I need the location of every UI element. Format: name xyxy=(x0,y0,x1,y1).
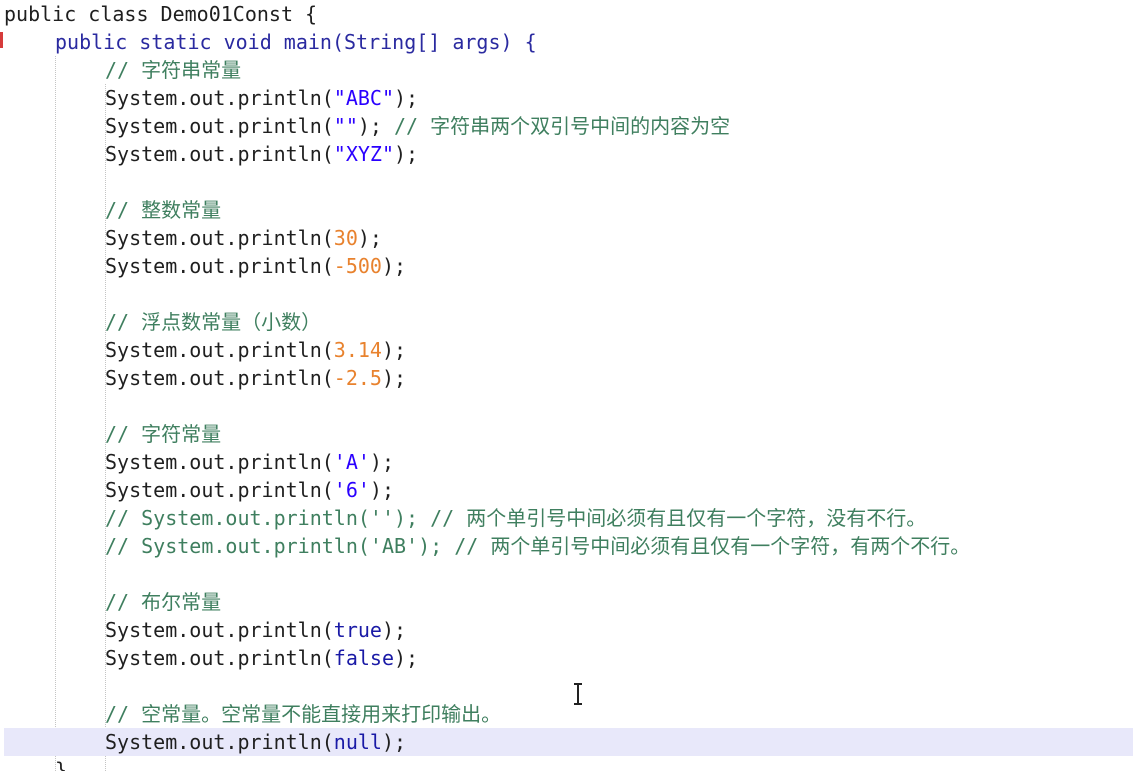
code-token: ); xyxy=(369,450,394,474)
code-line[interactable]: // System.out.println(''); // 两个单引号中间必须有… xyxy=(0,504,1133,532)
code-token: -2.5 xyxy=(333,366,382,390)
code-token: System.out.println( xyxy=(105,338,334,362)
code-token: ); xyxy=(357,114,394,138)
code-line[interactable]: // 字符常量 xyxy=(0,420,1133,448)
code-line[interactable]: System.out.println("XYZ"); xyxy=(0,140,1133,168)
code-token: public class Demo01Const { xyxy=(4,2,318,26)
code-line[interactable]: // 整数常量 xyxy=(0,196,1133,224)
code-editor[interactable]: public class Demo01Const { public static … xyxy=(0,0,1133,771)
code-token: ); xyxy=(369,478,394,502)
code-token: false xyxy=(333,646,394,670)
code-token: "XYZ" xyxy=(333,142,394,166)
code-token: // System.out.println(''); // 两个单引号中间必须有… xyxy=(105,506,927,530)
code-line[interactable]: public static void main(String[] args) { xyxy=(0,28,1133,56)
code-line[interactable]: System.out.println('A'); xyxy=(0,448,1133,476)
code-line[interactable]: System.out.println(""); // 字符串两个双引号中间的内容… xyxy=(0,112,1133,140)
code-line[interactable]: System.out.println(3.14); xyxy=(0,336,1133,364)
code-token: System.out.println( xyxy=(105,646,334,670)
code-token: // 字符常量 xyxy=(105,422,222,446)
code-token: "ABC" xyxy=(333,86,394,110)
code-token: ); xyxy=(394,142,419,166)
code-token: System.out.println( xyxy=(105,618,334,642)
code-token: System.out.println( xyxy=(105,730,334,754)
code-token: System.out.println( xyxy=(105,254,334,278)
code-token: null xyxy=(333,730,382,754)
code-token: 'A' xyxy=(333,450,370,474)
code-token: -500 xyxy=(333,254,382,278)
code-token: // 字符串两个双引号中间的内容为空 xyxy=(394,114,731,138)
code-token: ); xyxy=(381,618,407,642)
text-cursor-icon xyxy=(574,683,582,705)
code-token: System.out.println( xyxy=(105,142,334,166)
code-token: "" xyxy=(333,114,358,138)
code-line[interactable]: System.out.println(-500); xyxy=(0,252,1133,280)
code-token: public static void main(String[] args) { xyxy=(55,30,537,54)
code-token: ); xyxy=(394,646,419,670)
code-token: ); xyxy=(357,226,382,250)
code-token: ); xyxy=(381,366,407,390)
code-line[interactable]: System.out.println(30); xyxy=(0,224,1133,252)
code-line[interactable] xyxy=(0,560,1133,588)
code-line[interactable] xyxy=(0,672,1133,700)
code-line[interactable] xyxy=(0,392,1133,420)
code-token: System.out.println( xyxy=(105,478,334,502)
code-token: System.out.println( xyxy=(105,86,334,110)
code-token: // 空常量。空常量不能直接用来打印输出。 xyxy=(105,702,502,726)
code-token: 3.14 xyxy=(333,338,382,362)
code-token: ); xyxy=(381,338,407,362)
code-line[interactable] xyxy=(0,168,1133,196)
code-line[interactable]: public class Demo01Const { xyxy=(0,0,1133,28)
code-token: 30 xyxy=(333,226,358,250)
code-line[interactable] xyxy=(0,280,1133,308)
code-line[interactable]: System.out.println("ABC"); xyxy=(0,84,1133,112)
code-token: true xyxy=(333,618,382,642)
code-token: ); xyxy=(394,86,419,110)
error-marker xyxy=(0,32,3,48)
code-line[interactable]: // 空常量。空常量不能直接用来打印输出。 xyxy=(0,700,1133,728)
code-token: System.out.println( xyxy=(105,226,334,250)
code-line[interactable]: System.out.println(true); xyxy=(0,616,1133,644)
code-token: // 浮点数常量（小数） xyxy=(105,310,322,334)
code-line[interactable]: System.out.println('6'); xyxy=(0,476,1133,504)
code-line[interactable]: System.out.println(-2.5); xyxy=(0,364,1133,392)
code-line[interactable]: System.out.println(false); xyxy=(0,644,1133,672)
code-line[interactable]: System.out.println(null); xyxy=(4,728,1133,756)
code-token: // 布尔常量 xyxy=(105,590,222,614)
code-token: // 整数常量 xyxy=(105,198,222,222)
code-line[interactable]: // 浮点数常量（小数） xyxy=(0,308,1133,336)
code-token: '6' xyxy=(333,478,370,502)
code-token: ); xyxy=(381,254,407,278)
code-line[interactable]: // 字符串常量 xyxy=(0,56,1133,84)
code-token: ); xyxy=(381,730,407,754)
code-token: // System.out.println('AB'); // 两个单引号中间必… xyxy=(105,534,971,558)
code-line[interactable]: } xyxy=(0,756,1133,771)
code-line[interactable]: // 布尔常量 xyxy=(0,588,1133,616)
code-token: System.out.println( xyxy=(105,450,334,474)
code-token: // 字符串常量 xyxy=(105,58,242,82)
code-token: } xyxy=(55,758,68,771)
code-line[interactable]: // System.out.println('AB'); // 两个单引号中间必… xyxy=(0,532,1133,560)
code-token: System.out.println( xyxy=(105,114,334,138)
code-token: System.out.println( xyxy=(105,366,334,390)
